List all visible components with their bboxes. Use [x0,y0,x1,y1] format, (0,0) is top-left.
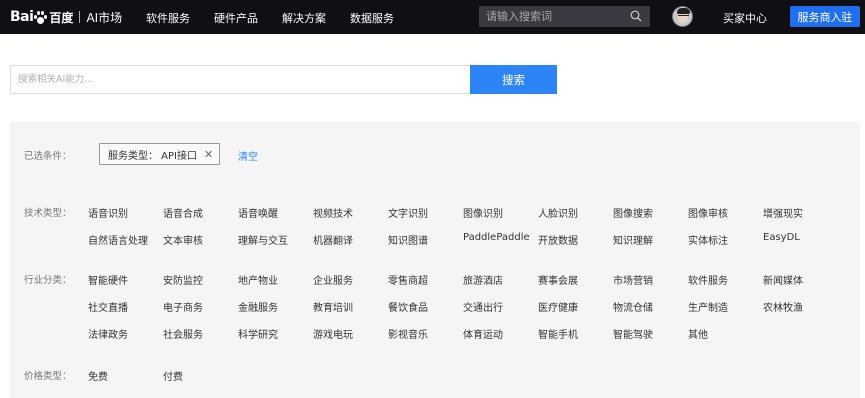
logo-du-text: 百度 [49,10,74,25]
filter-option[interactable]: 智能硬件 [88,272,128,287]
filter-option[interactable]: 安防监控 [163,272,203,287]
filter-option-paid[interactable]: 付费 [163,368,183,383]
filter-option[interactable]: 医疗健康 [538,299,578,314]
filter-option[interactable]: 图像审核 [688,205,728,220]
header-search [479,6,650,27]
nav-item-software[interactable]: 软件服务 [146,10,190,26]
filter-option[interactable]: 企业服务 [313,272,353,287]
filter-option[interactable]: 理解与交互 [238,232,288,247]
filter-option[interactable]: 图像识别 [463,205,503,220]
tech-type-label: 技术类型： [24,208,72,219]
filter-option[interactable]: 开放数据 [538,232,578,247]
top-navigation-bar: Bai 百度 AI市场 软件服务 硬件产品 解决方案 数据服务 买家中心 服务商… [0,0,865,34]
search-button[interactable]: 搜索 [470,65,557,94]
user-avatar[interactable] [672,6,693,27]
filter-option[interactable]: 机器翻译 [313,232,353,247]
logo-bai-text: Bai [10,9,34,25]
filter-option[interactable]: 法律政务 [88,326,128,341]
logo-market-text: AI市场 [86,10,123,25]
nav-item-data[interactable]: 数据服务 [350,10,394,26]
filter-option[interactable]: 零售商超 [388,272,428,287]
main-nav: 软件服务 硬件产品 解决方案 数据服务 [146,10,418,26]
buyer-center-link[interactable]: 买家中心 [723,10,767,26]
filter-option[interactable]: 软件服务 [688,272,728,287]
filter-option[interactable]: 知识理解 [613,232,653,247]
filter-option[interactable]: 教育培训 [313,299,353,314]
filter-option[interactable]: 电子商务 [163,299,203,314]
filter-option[interactable]: 地产物业 [238,272,278,287]
filter-option[interactable]: 自然语言处理 [88,232,148,247]
filter-option[interactable]: 影视音乐 [388,326,428,341]
filter-option[interactable]: 体育运动 [463,326,503,341]
filter-option[interactable]: 赛事会展 [538,272,578,287]
paw-icon [34,10,48,24]
search-icon[interactable] [630,10,642,22]
filter-option[interactable]: 社会服务 [163,326,203,341]
filter-option[interactable]: 游戏电玩 [313,326,353,341]
filter-option[interactable]: 视频技术 [313,205,353,220]
filter-option[interactable]: 生产制造 [688,299,728,314]
ai-search-input[interactable] [10,65,470,94]
filter-option[interactable]: 餐饮食品 [388,299,428,314]
filter-option[interactable]: 金融服务 [238,299,278,314]
filter-option[interactable]: 实体标注 [688,232,728,247]
filter-option[interactable]: 物流仓储 [613,299,653,314]
filter-option[interactable]: 智能驾驶 [613,326,653,341]
filter-panel: 已选条件： 服务类型： API接口 ✕ 清空 技术类型： 语音识别 语音合成 语… [10,122,860,398]
selected-filter-chip-label: 服务类型： API接口 [108,150,197,162]
provider-join-button[interactable]: 服务商入驻 [790,6,860,27]
selected-conditions-label: 已选条件： [24,151,72,162]
filter-option[interactable]: 农林牧渔 [763,299,803,314]
filter-option[interactable]: 旅游酒店 [463,272,503,287]
filter-option-free[interactable]: 免费 [88,368,108,383]
filter-option[interactable]: 语音识别 [88,205,128,220]
selected-filter-chip: 服务类型： API接口 ✕ [99,143,221,165]
filter-option[interactable]: 市场营销 [613,272,653,287]
filter-option[interactable]: 新闻媒体 [763,272,803,287]
filter-option[interactable]: 文字识别 [388,205,428,220]
filter-option[interactable]: 图像搜索 [613,205,653,220]
filter-option[interactable]: 增强现实 [763,205,803,220]
baidu-ai-market-logo[interactable]: Bai 百度 AI市场 [10,8,122,26]
filter-option[interactable]: 科学研究 [238,326,278,341]
filter-option[interactable]: 语音唤醒 [238,205,278,220]
logo-divider [79,11,81,23]
filter-option[interactable]: EasyDL [763,232,800,243]
filter-option[interactable]: 社交直播 [88,299,128,314]
filter-option[interactable]: 人脸识别 [538,205,578,220]
filter-option[interactable]: 其他 [688,326,708,341]
filter-option[interactable]: 智能手机 [538,326,578,341]
clear-filters-link[interactable]: 清空 [238,148,258,163]
filter-option[interactable]: 文本审核 [163,232,203,247]
close-icon[interactable]: ✕ [204,148,213,161]
filter-option[interactable]: 交通出行 [463,299,503,314]
filter-option[interactable]: 语音合成 [163,205,203,220]
industry-label: 行业分类： [24,275,72,286]
ai-search-bar: 搜索 [10,65,557,94]
nav-item-solutions[interactable]: 解决方案 [282,10,326,26]
filter-option[interactable]: PaddlePaddle [463,232,530,243]
filter-option[interactable]: 知识图谱 [388,232,428,247]
header-search-input[interactable] [479,6,629,27]
price-type-label: 价格类型： [24,371,72,382]
nav-item-hardware[interactable]: 硬件产品 [214,10,258,26]
